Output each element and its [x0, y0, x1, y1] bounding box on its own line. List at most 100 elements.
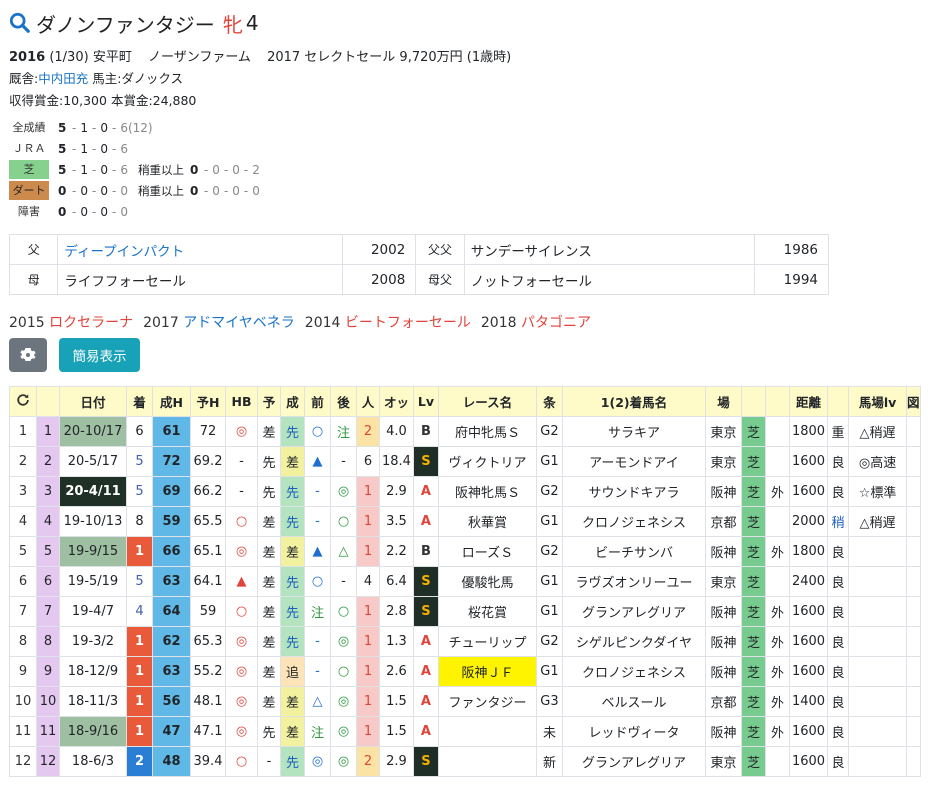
sibling-link[interactable]: アドマイヤベネラ	[183, 315, 295, 331]
track-condition: 稍	[827, 506, 850, 537]
simple-view-button[interactable]: 簡易表示	[59, 338, 140, 372]
race-name[interactable]: 桜花賞	[437, 596, 537, 627]
race-name[interactable]	[437, 746, 537, 777]
race-row[interactable]: 1 1 20-10/17 6 61 72 ◎ 差先 ○ 注 2 4.0 B 府中牝馬Ｓ G2 サラキア 東京芝 1…	[9, 416, 921, 447]
winner-name[interactable]: サウンドキアラ	[561, 476, 706, 507]
col-header: 場	[704, 386, 742, 417]
back-mark: -	[330, 446, 357, 477]
race-date[interactable]: 19-9/15	[59, 536, 127, 567]
winner-name[interactable]: クロノジェネシス	[561, 656, 706, 687]
horse-sex: 牝	[222, 12, 243, 37]
track-condition: 良	[827, 446, 850, 477]
hb-mark: ◎	[225, 656, 258, 687]
stable-info: 厩舎:中内田充 馬主:ダノックス	[9, 68, 183, 87]
distance: 2400	[788, 566, 829, 597]
race-date[interactable]: 18-11/3	[59, 686, 127, 717]
race-name[interactable]: ファンタジー	[437, 686, 537, 717]
winner-name[interactable]: ベルスール	[561, 686, 706, 717]
race-row[interactable]: 2 2 20-5/17 5 72 69.2- 先差 ▲ -6 18.4 S ヴィクトリア G1 アーモンド…	[9, 446, 921, 477]
row-number: 4	[9, 506, 37, 537]
popularity: 4	[356, 566, 380, 597]
race-date[interactable]: 19-3/2	[59, 626, 127, 657]
sibling-link[interactable]: ビートフォーセール	[345, 315, 471, 331]
race-row[interactable]: 3 3 20-4/11 5 69 66.2- 先先 - ◎ 1 2.9 A 阪神牝馬Ｓ G2 サウンドキアラ…	[9, 476, 921, 507]
winner-name[interactable]: ビーチサンバ	[561, 536, 706, 567]
distance: 1600	[788, 656, 829, 687]
race-date[interactable]: 19-5/19	[59, 566, 127, 597]
winner-name[interactable]: グランアレグリア	[561, 746, 706, 777]
sire-label: 父	[8, 234, 59, 265]
race-name[interactable]: 阪神ＪＦ	[437, 656, 537, 687]
overflow-cell	[906, 716, 921, 747]
finish-position: 2	[126, 746, 153, 777]
track-level: ◎高速	[848, 446, 908, 477]
record-sep: -	[91, 183, 97, 198]
winner-name[interactable]: クロノジェネシス	[561, 506, 706, 537]
winner-name[interactable]: グランアレグリア	[561, 596, 706, 627]
col-header: オッ	[379, 386, 414, 417]
race-name[interactable]: 優駿牝馬	[437, 566, 537, 597]
race-row[interactable]: 12 12 18-6/3 2 48 39.4 ○ - 先 ◎ ◎ 2 2.9 S 新グランアレグリア 東京芝 1…	[9, 746, 921, 777]
race-level: S	[412, 596, 439, 627]
race-date[interactable]: 20-10/17	[59, 416, 127, 447]
race-row[interactable]: 7 7 19-4/7 4 64 59 ○ 差先注 ○ 1 2.8 S 桜花賞 G1 グランアレグリア 阪神芝外…	[9, 596, 921, 627]
col-header: 後	[330, 386, 357, 417]
running-style: 先	[280, 746, 305, 777]
record-sep: -	[243, 183, 249, 198]
race-row[interactable]: 10 10 18-11/3 1 56 48.1 ◎ 差差 △ ◎ 1 1.5 A ファンタジー G3 ベルスー…	[9, 686, 921, 717]
trainer-label: 厩舎:	[9, 71, 39, 86]
race-index: 11	[36, 716, 60, 747]
record-label: ダート	[9, 181, 49, 200]
race-name[interactable]: ローズＳ	[437, 536, 537, 567]
race-level: S	[412, 446, 439, 477]
race-date[interactable]: 18-6/3	[59, 746, 127, 777]
race-date[interactable]: 20-4/11	[59, 476, 127, 507]
race-row[interactable]: 5 5 19-9/15 1 66 65.1 ◎ 差差 ▲ △ 1 2.2 B ローズＳ G2 ビーチサンバ 阪神…	[9, 536, 921, 567]
record-count: 0	[100, 141, 108, 156]
race-row[interactable]: 11 11 18-9/16 1 47 47.1 ◎ 先差注 ◎ 1 1.5 A 未レッドヴィータ 阪神芝外…	[9, 716, 921, 747]
winner-name[interactable]: レッドヴィータ	[561, 716, 706, 747]
record-sep: -	[72, 141, 77, 156]
col-header: 前	[304, 386, 331, 417]
predicted-rating: 72	[190, 416, 226, 447]
winner-name[interactable]: アーモンドアイ	[561, 446, 706, 477]
race-name[interactable]: チューリップ	[437, 626, 537, 657]
record-label: 障害	[18, 205, 40, 218]
record-count: 0	[80, 204, 88, 219]
trainer-link[interactable]: 中内田充	[38, 71, 88, 86]
settings-button[interactable]	[9, 338, 47, 372]
record-sep: -	[91, 120, 97, 135]
race-date[interactable]: 18-12/9	[59, 656, 127, 687]
race-name[interactable]: 秋華賞	[437, 506, 537, 537]
refresh-icon[interactable]	[9, 386, 37, 417]
front-mark: -	[304, 476, 331, 507]
race-date[interactable]: 19-10/13	[59, 506, 127, 537]
search-icon[interactable]	[9, 12, 31, 34]
race-name[interactable]	[437, 716, 537, 747]
race-index: 9	[36, 656, 60, 687]
race-name[interactable]: ヴィクトリア	[437, 446, 537, 477]
predicted-rating: 39.4	[190, 746, 226, 777]
winner-name[interactable]: サラキア	[561, 416, 706, 447]
sibling-link[interactable]: パタゴニア	[521, 315, 591, 331]
row-number: 9	[9, 656, 37, 687]
back-mark: ◎	[330, 746, 357, 777]
race-date[interactable]: 18-9/16	[59, 716, 127, 747]
row-number: 7	[9, 596, 37, 627]
pedigree-table: 父 ディープインパクト 2002 父父 サンデーサイレンス 1986 母 ライフ…	[8, 234, 829, 295]
race-row[interactable]: 9 9 18-12/9 1 63 55.2 ◎ 差追 - ○ 1 2.6 A 阪神ＪＦ G1 クロノジェネシス…	[9, 656, 921, 687]
race-date[interactable]: 20-5/17	[59, 446, 127, 477]
ds-name: ノットフォーセール	[463, 264, 756, 295]
race-row[interactable]: 6 6 19-5/19 5 63 64.1 ▲ 差先 ○ -4 6.4 S 優駿牝馬 G1 ラヴズオンリーユ…	[9, 566, 921, 597]
race-row[interactable]: 8 8 19-3/2 1 62 65.3 ◎ 差先 - ◎ 1 1.3 A チューリップ G2 シゲルピンクダ…	[9, 626, 921, 657]
race-date[interactable]: 19-4/7	[59, 596, 127, 627]
winner-name[interactable]: ラヴズオンリーユー	[561, 566, 706, 597]
race-row[interactable]: 4 4 19-10/13 8 59 65.5 ○ 差先 - ○ 1 3.5 A 秋華賞 G1 クロノジェネシス…	[9, 506, 921, 537]
race-name[interactable]: 阪神牝馬Ｓ	[437, 476, 537, 507]
winner-name[interactable]: シゲルピンクダイヤ	[561, 626, 706, 657]
sibling-link[interactable]: ロクセラーナ	[49, 315, 133, 331]
race-name[interactable]: 府中牝馬Ｓ	[437, 416, 537, 447]
popularity: 1	[356, 656, 380, 687]
sire-link[interactable]: ディープインパクト	[64, 244, 184, 260]
record-count: 0	[100, 162, 108, 177]
